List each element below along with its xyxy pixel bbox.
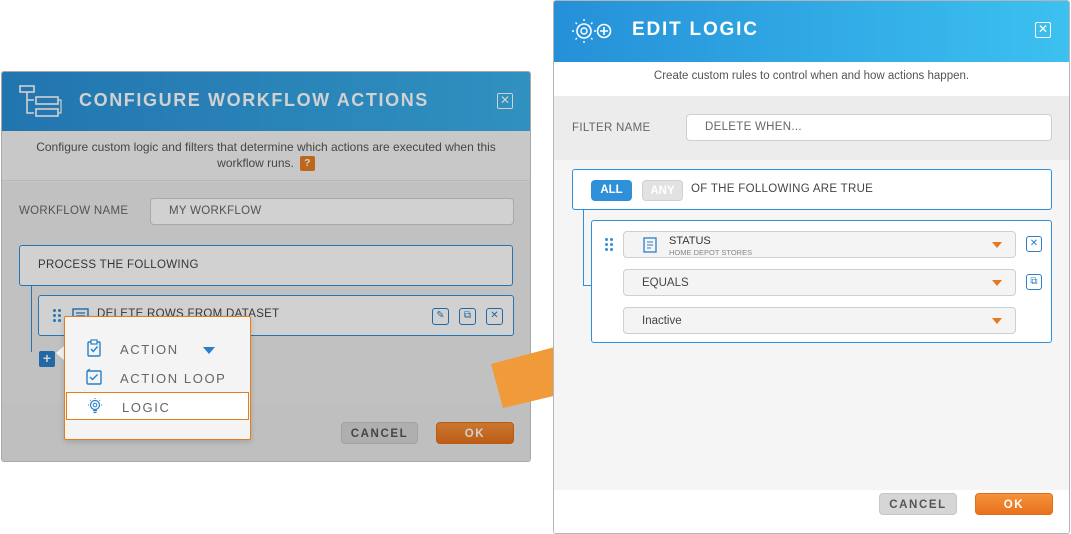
all-toggle[interactable]: ALL <box>591 180 632 201</box>
drag-handle-icon[interactable] <box>605 238 613 252</box>
dialog-description: Create custom rules to control when and … <box>554 62 1069 96</box>
rule-value: Inactive <box>642 315 682 327</box>
dialog-title: EDIT LOGIC <box>632 19 759 40</box>
duplicate-icon[interactable]: ⧉ <box>1026 274 1042 290</box>
dialog-header: EDIT LOGIC ✕ <box>554 1 1069 62</box>
ok-button[interactable]: OK <box>975 493 1053 515</box>
clipboard-check-icon <box>87 339 101 357</box>
menu-item-label: LOGIC <box>122 400 171 415</box>
field-sublabel: HOME DEPOT STORES <box>669 248 753 257</box>
field-label: STATUS <box>669 235 711 247</box>
rule-block: STATUS HOME DEPOT STORES ✕ EQUALS ⧉ Inac… <box>591 220 1052 343</box>
menu-item-action[interactable]: ACTION <box>65 335 250 363</box>
operator-select[interactable]: EQUALS <box>623 269 1016 296</box>
remove-rule-icon[interactable]: ✕ <box>1026 236 1042 252</box>
menu-item-logic[interactable]: LOGIC <box>66 392 249 420</box>
value-select[interactable]: Inactive <box>623 307 1016 334</box>
edit-logic-dialog: EDIT LOGIC ✕ Create custom rules to cont… <box>553 0 1070 534</box>
chevron-down-icon <box>992 242 1002 248</box>
chevron-down-icon <box>992 280 1002 286</box>
chevron-down-icon <box>992 318 1002 324</box>
filter-name-input[interactable]: DELETE WHEN... <box>686 114 1052 141</box>
filter-name-label: FILTER NAME <box>572 122 651 134</box>
menu-item-action-loop[interactable]: ACTION LOOP <box>65 364 250 392</box>
field-select[interactable]: STATUS HOME DEPOT STORES <box>623 231 1016 258</box>
operator-value: EQUALS <box>642 277 689 289</box>
tree-connector <box>583 285 591 286</box>
condition-text: OF THE FOLLOWING ARE TRUE <box>691 183 874 195</box>
tree-connector <box>583 210 584 286</box>
logic-gear-icon <box>572 19 612 43</box>
cancel-button[interactable]: CANCEL <box>879 493 957 515</box>
menu-item-label: ACTION LOOP <box>120 371 227 386</box>
loop-icon <box>86 368 102 385</box>
chevron-down-icon[interactable] <box>203 347 215 354</box>
lightbulb-gear-icon <box>88 398 102 414</box>
condition-group: ALL ANY OF THE FOLLOWING ARE TRUE <box>572 169 1052 210</box>
document-icon <box>643 237 657 253</box>
add-step-menu: ACTION ACTION LOOP LOGIC <box>64 316 251 440</box>
menu-item-label: ACTION <box>120 342 179 357</box>
any-toggle[interactable]: ANY <box>642 180 683 201</box>
close-icon[interactable]: ✕ <box>1035 22 1051 38</box>
